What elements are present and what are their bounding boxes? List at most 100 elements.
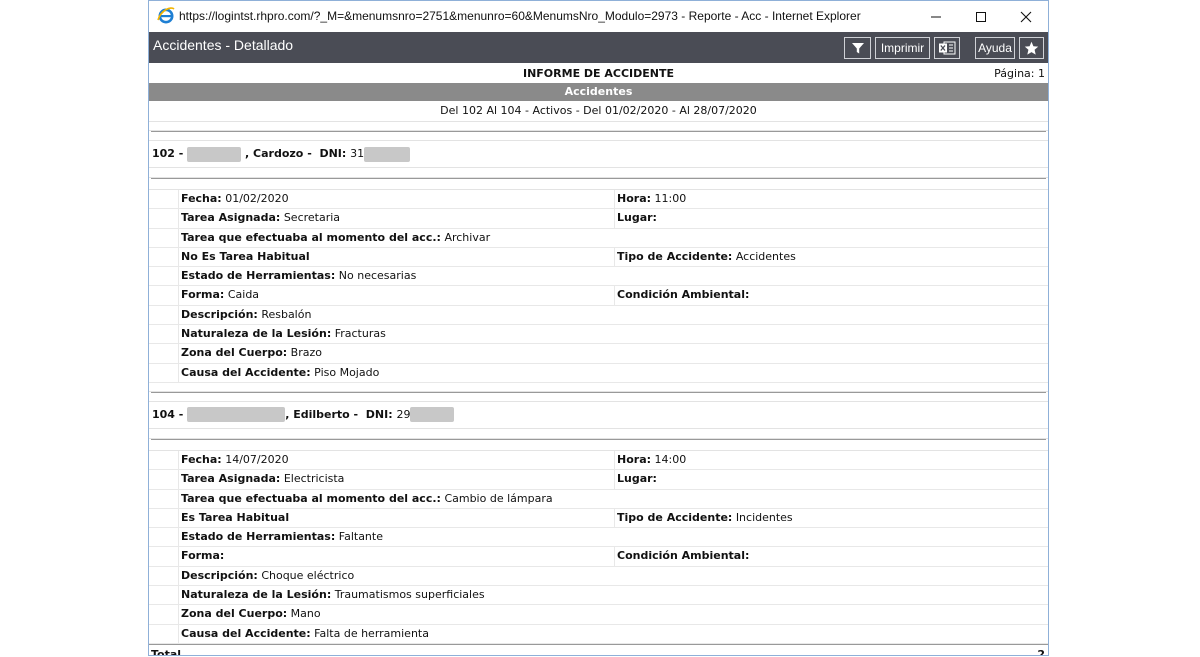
field-value: Incidentes — [735, 510, 793, 524]
dni-label: DNI: — [365, 407, 393, 421]
spacer — [149, 393, 1048, 402]
spacer — [149, 440, 1048, 451]
field-value: Accidentes — [735, 249, 796, 263]
favorite-button[interactable] — [1019, 37, 1044, 59]
maximize-button[interactable] — [958, 1, 1003, 32]
field-label: Forma: — [181, 288, 225, 302]
field-value: Resbalón — [261, 307, 312, 321]
report-body: INFORME DE ACCIDENTE Página: 1 Accidente… — [149, 63, 1048, 655]
field-value: Archivar — [444, 230, 491, 244]
field-value: Secretaria — [283, 211, 341, 225]
help-button[interactable]: Ayuda — [975, 37, 1015, 59]
internet-explorer-icon — [157, 7, 175, 24]
spacer — [149, 132, 1048, 141]
maximize-icon — [975, 11, 986, 22]
detail-row: Fecha: 01/02/2020 Hora: 11:00 — [149, 190, 1048, 210]
section-band: Accidentes — [149, 83, 1048, 101]
detail-row: Zona del Cuerpo: Brazo — [149, 344, 1048, 364]
window-title: https://logintst.rhpro.com/?_M=&menumsnr… — [179, 9, 861, 23]
close-button[interactable] — [1003, 1, 1048, 32]
detail-row: Estado de Herramientas: Faltante — [149, 528, 1048, 548]
spacer — [149, 122, 1048, 131]
redacted-dni — [410, 407, 455, 423]
employee-name: , Edilberto - — [285, 407, 359, 421]
total-row: Total 2 — [149, 643, 1048, 655]
field-label: Tarea que efectuaba al momento del acc.: — [181, 491, 441, 505]
detail-row: Estado de Herramientas: No necesarias — [149, 267, 1048, 287]
minimize-button[interactable] — [913, 1, 958, 32]
detail-row: Zona del Cuerpo: Mano — [149, 605, 1048, 625]
field-label: Tarea Asignada: — [181, 472, 281, 486]
filter-icon — [851, 43, 864, 54]
field-label: Descripción: — [181, 307, 258, 321]
field-label: Tipo de Accidente: — [617, 249, 733, 263]
field-label: Naturaleza de la Lesión: — [181, 588, 332, 602]
excel-export-button[interactable] — [934, 37, 960, 59]
dni-label: DNI: — [319, 147, 347, 160]
redacted-name — [187, 146, 242, 162]
field-value: 01/02/2020 — [225, 192, 289, 205]
field-value: 11:00 — [654, 192, 687, 205]
detail-row: Causa del Accidente: Falta de herramient… — [149, 624, 1048, 644]
field-label: Tarea que efectuaba al momento del acc.: — [181, 230, 441, 244]
employee-name: , Cardozo - — [245, 147, 312, 160]
detail-row: Forma: Condición Ambiental: — [149, 547, 1048, 567]
spacer — [149, 383, 1048, 392]
field-value: 14:00 — [654, 452, 687, 466]
field-value: Mano — [290, 607, 321, 621]
dni-value: 31 — [350, 147, 365, 160]
detail-row: Naturaleza de la Lesión: Fracturas — [149, 325, 1048, 345]
field-value: Falta de herramienta — [314, 626, 429, 640]
field-label: Forma: — [181, 549, 225, 563]
excel-icon — [939, 41, 956, 55]
field-label: Estado de Herramientas: — [181, 530, 336, 544]
spacer — [149, 168, 1048, 178]
field-label: Fecha: — [181, 452, 222, 466]
field-label: Condición Ambiental: — [617, 288, 750, 302]
browser-window: https://logintst.rhpro.com/?_M=&menumsnr… — [148, 0, 1049, 656]
star-icon — [1024, 41, 1039, 55]
report-range: Del 102 Al 104 - Activos - Del 01/02/202… — [149, 101, 1048, 122]
page-number: Página: 1 — [994, 67, 1045, 80]
field-value: Es Tarea Habitual — [181, 510, 290, 524]
field-label: Lugar: — [617, 472, 657, 486]
spacer — [149, 429, 1048, 439]
detail-row: Tarea Asignada: Secretaria Lugar: — [149, 209, 1048, 229]
field-label: Hora: — [617, 192, 652, 205]
detail-row: Descripción: Resbalón — [149, 305, 1048, 326]
employee-header: 104 - , Edilberto - DNI: 29 — [149, 402, 1048, 429]
field-value: Cambio de lámpara — [444, 491, 553, 505]
detail-row: Tarea que efectuaba al momento del acc.:… — [149, 228, 1048, 248]
field-value: Faltante — [338, 530, 383, 544]
field-label: Tarea Asignada: — [181, 211, 281, 225]
field-label: Descripción: — [181, 568, 258, 582]
field-label: Tipo de Accidente: — [617, 510, 733, 524]
detail-row: Tarea que efectuaba al momento del acc.:… — [149, 489, 1048, 509]
detail-row: Fecha: 14/07/2020 Hora: 14:00 — [149, 450, 1048, 471]
detail-row: Tarea Asignada: Electricista Lugar: — [149, 470, 1048, 490]
field-label: Zona del Cuerpo: — [181, 346, 288, 360]
print-button[interactable]: Imprimir — [875, 37, 930, 59]
detail-row: Forma: Caida Condición Ambiental: — [149, 286, 1048, 306]
redacted-dni — [364, 146, 411, 162]
field-label: Lugar: — [617, 211, 657, 225]
field-label: Causa del Accidente: — [181, 365, 311, 379]
field-value: No necesarias — [338, 269, 417, 283]
field-value: Electricista — [283, 472, 345, 486]
dni-value: 29 — [396, 407, 411, 421]
field-label: Estado de Herramientas: — [181, 269, 336, 283]
employee-id: 102 - — [152, 147, 184, 160]
detail-row: Descripción: Choque eléctrico — [149, 566, 1048, 587]
detail-row: Es Tarea Habitual Tipo de Accidente: Inc… — [149, 508, 1048, 529]
field-label: Causa del Accidente: — [181, 626, 311, 640]
filter-button[interactable] — [844, 37, 871, 59]
field-label: Condición Ambiental: — [617, 549, 750, 563]
report-page-title: Accidentes - Detallado — [153, 37, 294, 53]
redacted-name — [187, 407, 286, 423]
detail-row: Causa del Accidente: Piso Mojado — [149, 363, 1048, 383]
close-icon — [1020, 11, 1031, 22]
field-value: Brazo — [290, 346, 322, 360]
report-header: INFORME DE ACCIDENTE Página: 1 — [149, 63, 1048, 83]
title-bar: https://logintst.rhpro.com/?_M=&menumsnr… — [149, 1, 1048, 32]
report-toolbar: Accidentes - Detallado Imprimir Ayuda — [149, 32, 1048, 63]
